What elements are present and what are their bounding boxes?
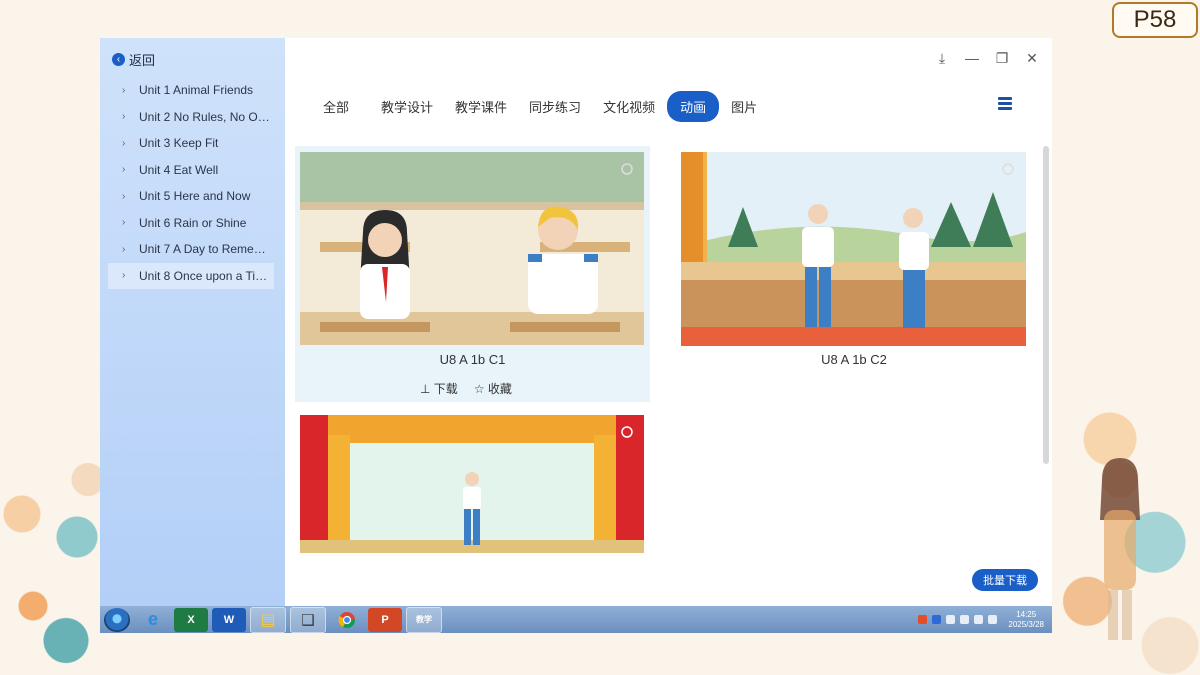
chevron-right-icon: › bbox=[122, 217, 126, 229]
back-label: 返回 bbox=[129, 53, 156, 68]
back-button[interactable]: ‹ 返回 bbox=[112, 50, 155, 69]
resource-window: ‹ 返回 › Unit 1 Animal Friends › Unit 2 No R… bbox=[100, 38, 1052, 606]
tab-teaching-design[interactable]: 教学设计 bbox=[371, 91, 443, 122]
favorite-button[interactable]: ☆ 收藏 bbox=[474, 380, 512, 397]
chevron-right-icon: › bbox=[122, 84, 126, 96]
menu-icon[interactable] bbox=[998, 97, 1012, 112]
tab-exercises[interactable]: 同步练习 bbox=[519, 91, 591, 122]
classroom-thumbnail bbox=[300, 152, 644, 345]
chevron-right-icon: › bbox=[122, 190, 126, 202]
card-actions: ⊥ 下载 ☆ 收藏 bbox=[420, 380, 512, 397]
flag-icon[interactable] bbox=[960, 615, 970, 624]
system-tray: 14:25 2025/3/28 bbox=[918, 610, 1052, 630]
resource-main: ⤓ — ❐ ✕ 全部 教学设计 教学课件 同步练习 文化视频 动画 图片 U8 … bbox=[285, 38, 1052, 606]
card-title: U8 A 1b C2 bbox=[821, 352, 887, 367]
sidebar-item-unit-4[interactable]: › Unit 4 Eat Well bbox=[108, 157, 274, 184]
sidebar-item-label: Unit 7 A Day to Remember bbox=[139, 242, 271, 257]
sidebar-item-unit-1[interactable]: › Unit 1 Animal Friends bbox=[108, 77, 274, 104]
sidebar-item-unit-2[interactable]: › Unit 2 No Rules, No Order bbox=[108, 104, 274, 131]
tab-courseware[interactable]: 教学课件 bbox=[445, 91, 517, 122]
word-icon[interactable]: W bbox=[212, 607, 246, 632]
theater-stage-thumbnail bbox=[300, 415, 644, 553]
sidebar-item-unit-6[interactable]: › Unit 6 Rain or Shine bbox=[108, 210, 274, 237]
clock-date: 2025/3/28 bbox=[1008, 619, 1044, 629]
sidebar-item-label: Unit 1 Animal Friends bbox=[139, 83, 254, 98]
unit-list: › Unit 1 Animal Friends › Unit 2 No Rules,… bbox=[108, 77, 274, 289]
animation-card-3[interactable] bbox=[295, 412, 650, 557]
teaching-app-icon[interactable]: 教学 bbox=[406, 606, 442, 633]
download-icon[interactable]: ⤓ bbox=[934, 50, 950, 67]
chevron-right-icon: › bbox=[122, 243, 126, 255]
windows-taskbar: e X W ▤ ❑ P 教学 14:25 2025/3/28 bbox=[100, 606, 1052, 633]
star-icon: ☆ bbox=[473, 382, 485, 396]
minimize-icon[interactable]: — bbox=[964, 50, 980, 67]
clock-time: 14:25 bbox=[1016, 609, 1037, 619]
scrollbar[interactable] bbox=[1043, 146, 1049, 464]
favorite-label: 收藏 bbox=[487, 382, 512, 396]
excel-icon[interactable]: X bbox=[174, 607, 208, 632]
chevron-right-icon: › bbox=[122, 164, 126, 176]
animation-card-c1[interactable]: U8 A 1b C1 ⊥ 下载 ☆ 收藏 bbox=[295, 146, 650, 402]
sidebar-item-label: Unit 2 No Rules, No Order bbox=[139, 109, 271, 124]
tab-all[interactable]: 全部 bbox=[313, 91, 359, 122]
tab-animation[interactable]: 动画 bbox=[667, 91, 720, 122]
chevron-right-icon: › bbox=[122, 111, 126, 123]
sidebar-item-label: Unit 5 Here and Now bbox=[139, 189, 251, 204]
animation-card-c2[interactable]: U8 A 1b C2 bbox=[677, 146, 1031, 376]
card-title: U8 A 1b C1 bbox=[439, 352, 506, 367]
download-label: 下载 bbox=[433, 382, 458, 396]
chrome-icon[interactable] bbox=[330, 608, 364, 632]
sidebar-item-label: Unit 4 Eat Well bbox=[139, 162, 219, 177]
girl-illustration bbox=[1100, 458, 1140, 640]
ie-icon[interactable]: e bbox=[136, 608, 170, 632]
page-number-badge: P58 bbox=[1112, 2, 1198, 38]
sidebar-item-unit-5[interactable]: › Unit 5 Here and Now bbox=[108, 183, 274, 210]
flower-decoration-left bbox=[0, 445, 110, 675]
help-icon[interactable] bbox=[932, 615, 942, 624]
download-button[interactable]: ⊥ 下载 bbox=[420, 380, 458, 397]
taskbar-clock[interactable]: 14:25 2025/3/28 bbox=[1008, 610, 1044, 630]
folder-icon[interactable]: ▤ bbox=[250, 606, 286, 633]
sidebar-item-label: Unit 6 Rain or Shine bbox=[139, 215, 247, 230]
sidebar-item-label: Unit 8 Once upon a Time bbox=[139, 268, 271, 283]
chevron-right-icon: › bbox=[122, 270, 126, 282]
volume-icon[interactable] bbox=[988, 615, 998, 624]
restore-icon[interactable]: ❐ bbox=[994, 50, 1010, 67]
window-controls: ⤓ — ❐ ✕ bbox=[934, 50, 1040, 67]
sogou-input-icon[interactable] bbox=[918, 615, 928, 624]
chevron-right-icon: › bbox=[122, 137, 126, 149]
batch-download-button[interactable]: 批量下载 bbox=[972, 569, 1038, 591]
unit-sidebar: ‹ 返回 › Unit 1 Animal Friends › Unit 2 No R… bbox=[100, 38, 285, 606]
tab-images[interactable]: 图片 bbox=[721, 91, 767, 122]
sidebar-item-unit-7[interactable]: › Unit 7 A Day to Remember bbox=[108, 236, 274, 263]
category-tabs: 全部 教学设计 教学课件 同步练习 文化视频 动画 图片 bbox=[313, 91, 769, 122]
sidebar-item-unit-3[interactable]: › Unit 3 Keep Fit bbox=[108, 130, 274, 157]
back-arrow-icon: ‹ bbox=[112, 53, 125, 66]
sidebar-item-unit-8[interactable]: › Unit 8 Once upon a Time bbox=[108, 262, 274, 289]
display-icon[interactable] bbox=[974, 615, 984, 624]
sidebar-item-label: Unit 3 Keep Fit bbox=[139, 136, 219, 151]
tab-culture-video[interactable]: 文化视频 bbox=[593, 91, 665, 122]
powerpoint-icon[interactable]: P bbox=[368, 607, 402, 632]
download-icon: ⊥ bbox=[420, 382, 431, 396]
book-icon[interactable]: ❑ bbox=[290, 606, 326, 633]
network-icon[interactable] bbox=[946, 615, 956, 624]
close-icon[interactable]: ✕ bbox=[1024, 50, 1040, 67]
start-button[interactable] bbox=[104, 607, 130, 632]
stage-play-thumbnail bbox=[681, 152, 1026, 346]
